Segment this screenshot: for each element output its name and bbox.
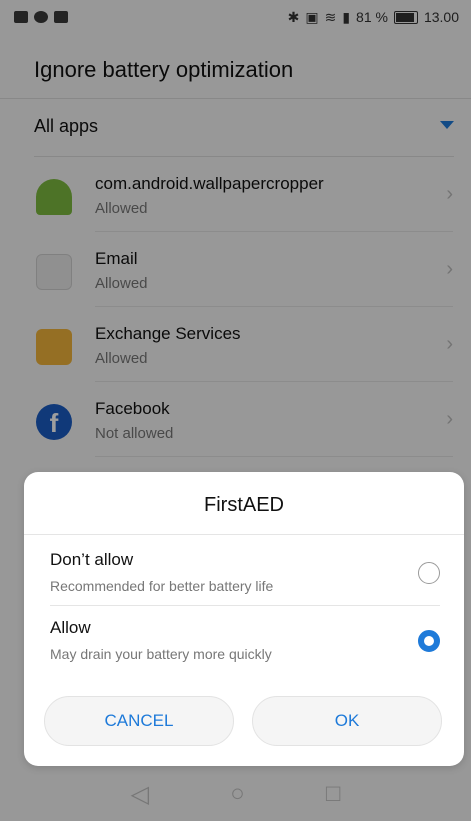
option-description: Recommended for better battery life xyxy=(50,578,274,594)
navigation-bar: ◁ ○ □ xyxy=(0,767,471,821)
option-dont-allow[interactable]: Don’t allow Recommended for better batte… xyxy=(24,538,464,606)
option-title: Don’t allow xyxy=(50,550,134,569)
radio-button-selected[interactable] xyxy=(418,630,440,652)
radio-button-unselected[interactable] xyxy=(418,562,440,584)
option-description: May drain your battery more quickly xyxy=(50,646,272,662)
option-title: Allow xyxy=(50,618,91,637)
battery-dialog: FirstAED Don’t allow Recommended for bet… xyxy=(24,472,464,766)
dialog-divider xyxy=(24,534,464,535)
ok-button[interactable]: OK xyxy=(252,696,442,746)
home-icon[interactable]: ○ xyxy=(230,780,245,808)
cancel-button[interactable]: CANCEL xyxy=(44,696,234,746)
back-icon[interactable]: ◁ xyxy=(131,780,149,809)
option-allow[interactable]: Allow May drain your battery more quickl… xyxy=(24,606,464,674)
recents-icon[interactable]: □ xyxy=(326,780,341,808)
dialog-title: FirstAED xyxy=(204,494,284,516)
